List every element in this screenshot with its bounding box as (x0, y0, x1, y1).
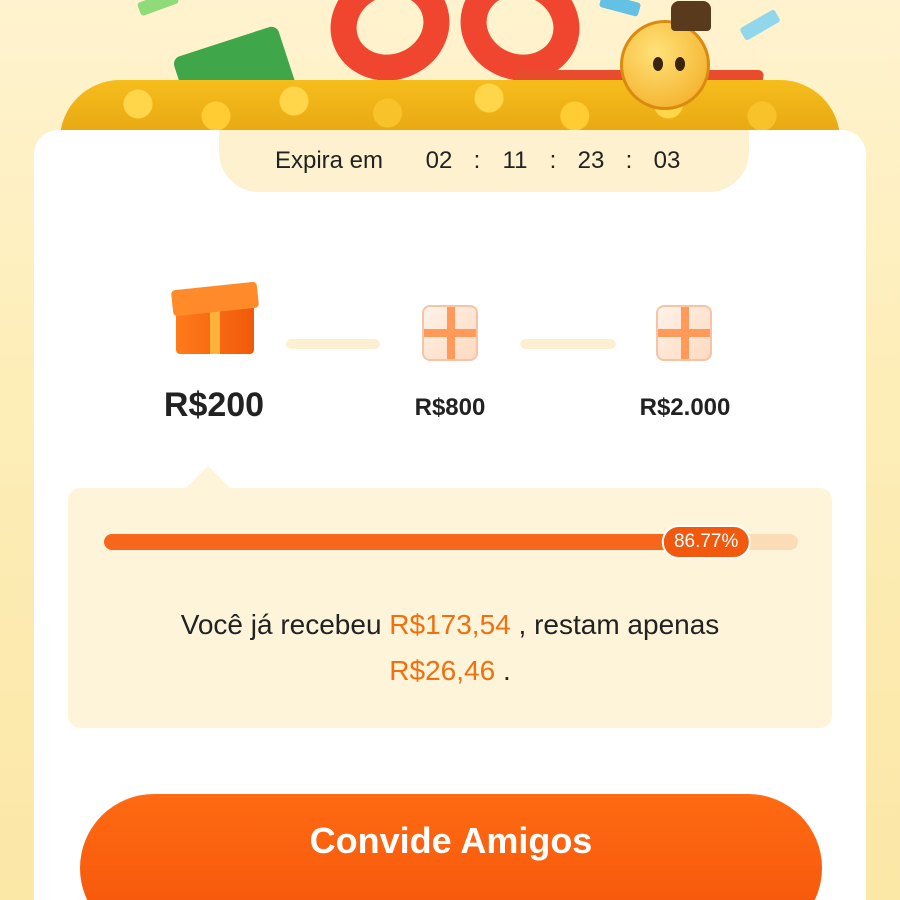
progress-panel: 86.77% Você já recebeu R$173,54 , restam… (68, 488, 832, 728)
coin-mascot (620, 1, 711, 110)
tier-amount: R$2.000 (639, 394, 731, 421)
countdown-hours: 11 (502, 147, 528, 174)
tier-locked: R$800 (370, 394, 530, 422)
message-middle: , restam apenas (518, 609, 720, 640)
invite-friends-button[interactable]: Convide Amigos (80, 794, 822, 900)
tier-connector (520, 339, 616, 349)
gift-box-icon (422, 305, 478, 361)
panel-pointer (186, 466, 230, 488)
received-amount: R$173,54 (389, 609, 511, 640)
message-suffix: . (502, 655, 511, 686)
tier-amount: R$800 (414, 394, 486, 421)
countdown-separator: : (549, 147, 557, 174)
countdown-separator: : (473, 147, 481, 174)
tier-current: R$200 (134, 386, 294, 425)
open-gift-box-icon (170, 280, 260, 356)
progress-message: Você já recebeu R$173,54 , restam apenas… (68, 602, 832, 694)
tier-connector (286, 339, 380, 349)
tier-locked: R$2.000 (600, 394, 770, 422)
countdown-separator: : (625, 147, 633, 174)
header-illustration (40, 0, 860, 140)
countdown-minutes: 23 (577, 147, 605, 174)
expiry-label: Expira em (274, 147, 384, 174)
countdown-days: 02 (425, 147, 453, 174)
progress-percent-badge: 86.77% (661, 525, 751, 559)
progress-track: 86.77% (104, 525, 798, 559)
tier-amount: R$200 (163, 386, 265, 424)
gift-box-icon (656, 305, 712, 361)
mascot-hat-icon (671, 1, 711, 31)
progress-fill (104, 534, 707, 550)
message-prefix: Você já recebeu (180, 609, 382, 640)
reward-card: Expira em 02 : 11 : 23 : 03 R$200 R$800 … (34, 130, 866, 900)
remaining-amount: R$26,46 (389, 655, 496, 686)
countdown-seconds: 03 (653, 147, 681, 174)
expiry-countdown: Expira em 02 : 11 : 23 : 03 (219, 130, 749, 192)
